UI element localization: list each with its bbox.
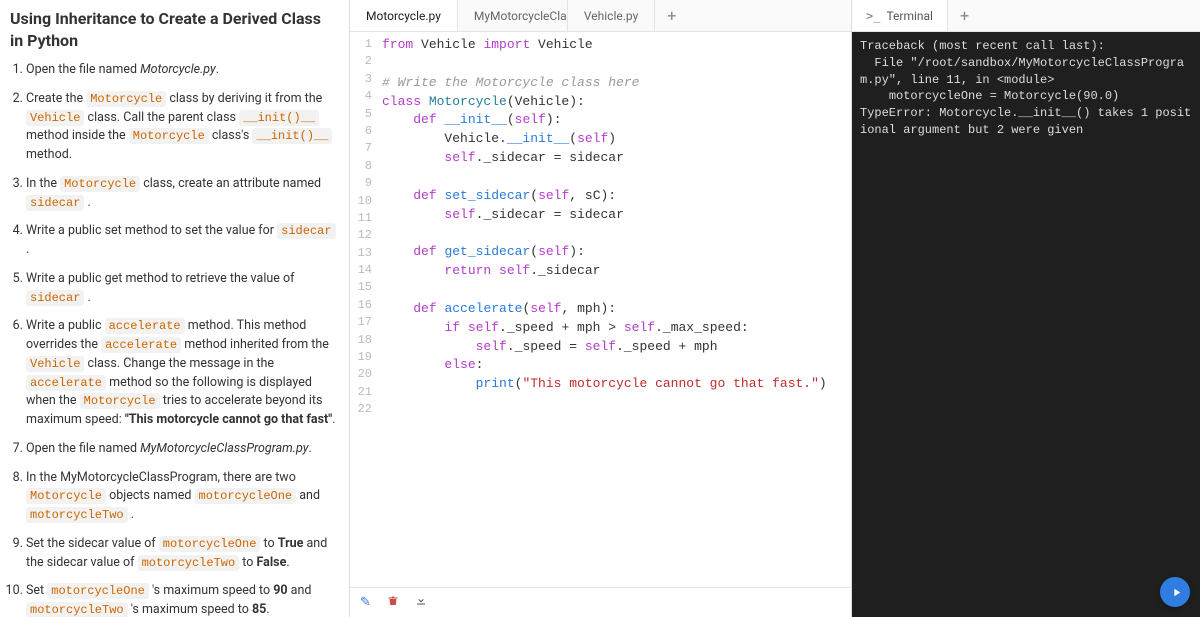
play-icon — [1170, 586, 1183, 599]
instruction-step: Open the file named MyMotorcycleClassPro… — [26, 440, 337, 459]
edit-icon[interactable]: ✎ — [360, 595, 371, 610]
instruction-step: Write a public get method to retrieve th… — [26, 270, 337, 308]
editor-toolbar: ✎ — [350, 587, 851, 617]
code-editor[interactable]: 12345678910111213141516171819202122 from… — [350, 32, 851, 587]
instruction-step: In the Motorcycle class, create an attri… — [26, 175, 337, 213]
editor-panel: Motorcycle.pyMyMotorcycleClassPr...Vehic… — [350, 0, 852, 617]
instructions-panel: Using Inheritance to Create a Derived Cl… — [0, 0, 350, 617]
instruction-step: Create the Motorcycle class by deriving … — [26, 90, 337, 165]
terminal-tab[interactable]: >_ Terminal — [852, 0, 948, 31]
terminal-tabs: >_ Terminal + — [852, 0, 1200, 32]
instructions-steps: Open the file named Motorcycle.py. Create… — [10, 61, 337, 617]
instruction-step: Write a public accelerate method. This m… — [26, 317, 337, 430]
instruction-step: Set the sidecar value of motorcycleOne t… — [26, 535, 337, 573]
editor-tabs: Motorcycle.pyMyMotorcycleClassPr...Vehic… — [350, 0, 851, 32]
run-button[interactable] — [1160, 577, 1190, 607]
add-tab-button[interactable]: + — [655, 6, 688, 25]
instruction-step: Set motorcycleOne 's maximum speed to 90… — [26, 582, 337, 617]
editor-tab[interactable]: Motorcycle.py — [350, 0, 458, 31]
instruction-step: Open the file named Motorcycle.py. — [26, 61, 337, 80]
download-icon[interactable] — [415, 594, 427, 611]
terminal-panel: >_ Terminal + Traceback (most recent cal… — [852, 0, 1200, 617]
editor-tab[interactable]: Vehicle.py — [568, 0, 655, 31]
line-gutter: 12345678910111213141516171819202122 — [350, 32, 378, 587]
instruction-step: Write a public set method to set the val… — [26, 222, 337, 260]
add-terminal-button[interactable]: + — [948, 6, 981, 25]
terminal-tab-label: Terminal — [886, 9, 933, 23]
editor-tab[interactable]: MyMotorcycleClassPr... — [458, 0, 568, 31]
terminal-prompt-icon: >_ — [866, 9, 880, 23]
code-body[interactable]: from Vehicle import Vehicle # Write the … — [378, 32, 851, 587]
instruction-step: In the MyMotorcycleClassProgram, there a… — [26, 469, 337, 525]
terminal-output[interactable]: Traceback (most recent call last): File … — [852, 32, 1200, 617]
instructions-title: Using Inheritance to Create a Derived Cl… — [10, 8, 337, 51]
delete-icon[interactable] — [387, 594, 399, 611]
